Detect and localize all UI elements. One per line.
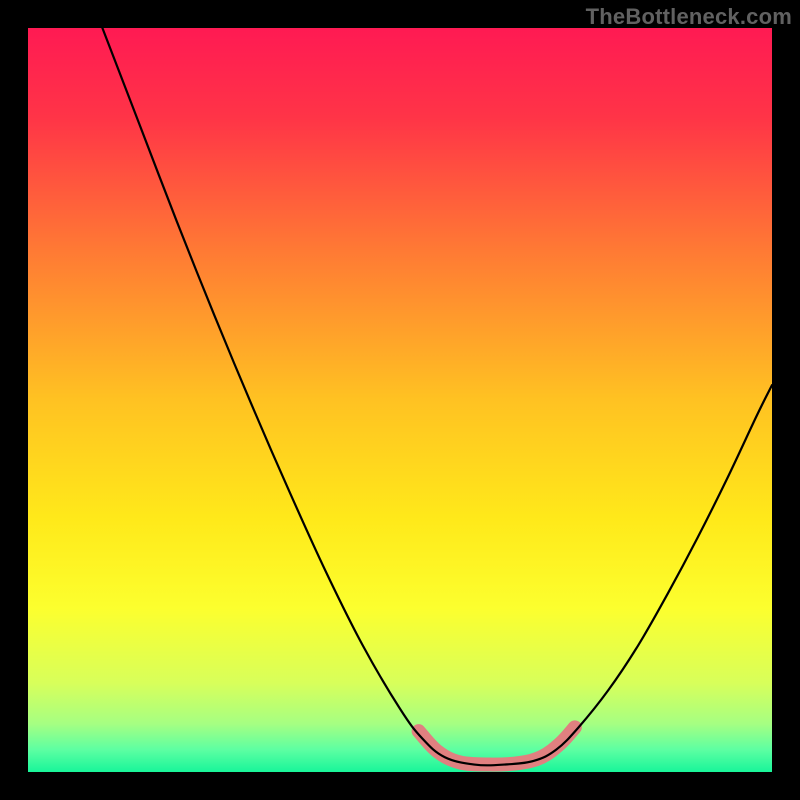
gradient-background	[28, 28, 772, 772]
plot-area	[28, 28, 772, 772]
chart-container: TheBottleneck.com	[0, 0, 800, 800]
chart-svg	[28, 28, 772, 772]
watermark-text: TheBottleneck.com	[586, 4, 792, 30]
